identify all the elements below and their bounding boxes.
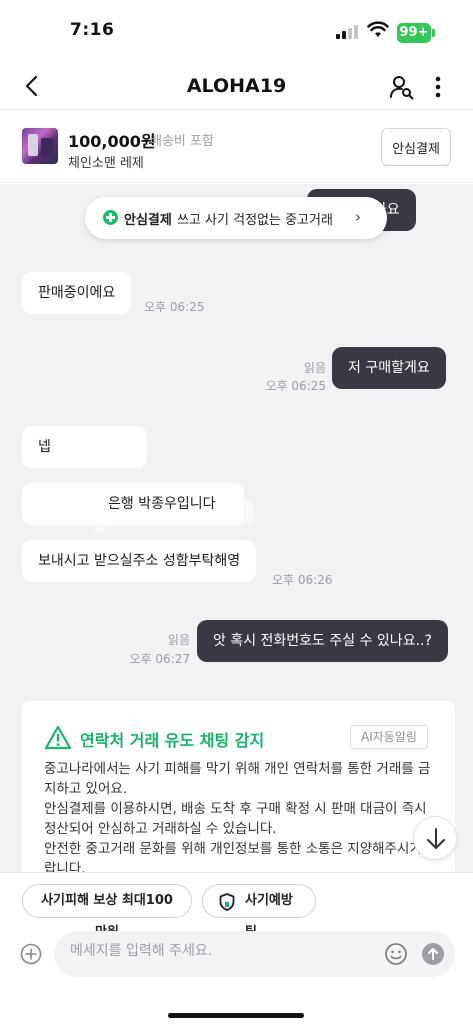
more-icon[interactable] [430, 74, 446, 100]
message-input-container [54, 931, 455, 977]
contact-warning-card: 연락처 거래 유도 채팅 감지 AI자동알림 중고나라에서는 사기 피해를 막기… [22, 701, 455, 872]
warning-title: 연락처 거래 유도 채팅 감지 [80, 731, 265, 750]
safe-pay-button[interactable]: 안심결제 [381, 128, 451, 166]
warning-line: 안심결제를 이용하시면, 배송 도착 후 구매 확정 시 판매 대금이 즉시 정… [44, 801, 427, 837]
battery-icon: 99+ [397, 23, 435, 43]
send-button[interactable] [422, 943, 444, 965]
scroll-down-button[interactable] [413, 816, 457, 860]
chat-area[interactable]: jonara …셨나요 안심결제 쓰고 사기 걱정없는 중고거래 › 판매중이에… [0, 184, 473, 872]
message-bubble-incoming: 보내시고 받으실주소 성함부탁해영 [22, 540, 257, 582]
user-search-icon[interactable] [389, 74, 415, 100]
message-time: 오후 06:25 [144, 300, 205, 314]
emoji-icon[interactable] [384, 942, 408, 966]
plus-circle-icon [103, 210, 118, 225]
status-time: 7:16 [70, 20, 115, 40]
chat-header: ALOHA19 [0, 62, 473, 110]
warning-line: 안전한 중고거래 문화를 위해 개인정보를 통한 소통은 지양해주시기 바랍니다… [44, 841, 439, 872]
message-time: 오후 06:25 [265, 379, 326, 393]
read-receipt: 읽음 [303, 361, 326, 375]
warning-body: 중고나라에서는 사기 피해를 막기 위해 개인 연락처를 통한 거래를 금지하고… [44, 759, 440, 872]
banner-text: 쓰고 사기 걱정없는 중고거래 [177, 213, 333, 228]
shipping-label: 배송비 포함 [150, 134, 214, 149]
arrow-up-icon [428, 948, 438, 960]
fraud-tips-chip[interactable]: 사기예방팁 [202, 884, 316, 940]
warning-icon [44, 725, 72, 750]
warning-line: 중고나라에서는 사기 피해를 막기 위해 개인 연락처를 통한 거래를 금지하고… [44, 761, 431, 797]
shield-icon [219, 893, 235, 911]
home-indicator [168, 1013, 304, 1018]
message-bubble-outgoing: 저 구매할게요 [332, 347, 446, 389]
message-bubble-incoming: 넵 [22, 426, 147, 468]
status-bar: 7:16 99+ [0, 0, 473, 62]
message-bubble-outgoing: 앗 혹시 전화번호도 주실 수 있나요..? [197, 620, 448, 662]
wifi-icon [367, 21, 389, 37]
message-bubble-incoming: 판매중이에요 [22, 272, 132, 314]
message-input[interactable] [70, 943, 370, 959]
chevron-right-icon: › [355, 208, 361, 226]
bottom-bar: 사기피해 보상 최대100만원 사기예방팁 [0, 872, 473, 1024]
product-name: 체인소맨 레제 [68, 156, 144, 171]
read-receipt: 읽음 [167, 633, 190, 647]
product-bar[interactable]: 100,000원 배송비 포함 체인소맨 레제 안심결제 [0, 111, 473, 183]
message-bubble-incoming: 은행 박종우입니다 [22, 483, 244, 525]
signal-icon [336, 25, 360, 39]
ai-auto-badge: AI자동알림 [350, 725, 428, 749]
message-time: 오후 06:26 [272, 573, 333, 587]
message-time: 오후 06:27 [129, 652, 190, 666]
product-price: 100,000원 [68, 132, 156, 151]
compensation-chip[interactable]: 사기피해 보상 최대100만원 [22, 884, 192, 940]
safe-pay-banner[interactable]: 안심결제 쓰고 사기 걱정없는 중고거래 › [85, 197, 387, 239]
product-thumbnail[interactable] [22, 128, 58, 164]
plus-circle-icon[interactable] [20, 943, 42, 965]
banner-strong-text: 안심결제 [124, 213, 172, 228]
arrow-down-icon [427, 828, 445, 849]
